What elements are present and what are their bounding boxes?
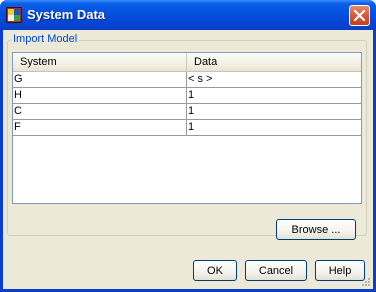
title-bar[interactable]: System Data [0,0,376,30]
table-row[interactable]: G < s > [13,72,361,88]
data-cell[interactable]: 1 [187,120,361,135]
app-icon[interactable] [6,7,22,23]
table-row[interactable]: C 1 [13,104,361,120]
browse-button[interactable]: Browse ... [276,219,356,240]
system-cell[interactable]: C [13,104,187,119]
dialog-body: Import Model System Data G < s > H 1 C 1… [3,30,373,289]
system-cell[interactable]: G [13,72,187,87]
help-button[interactable]: Help [315,260,365,281]
cancel-button[interactable]: Cancel [245,260,307,281]
table-row[interactable]: F 1 [13,120,361,136]
system-cell[interactable]: F [13,120,187,135]
column-header-data[interactable]: Data [187,53,361,71]
data-cell[interactable]: 1 [187,88,361,103]
close-icon [353,9,366,22]
table-header: System Data [13,53,361,72]
resize-grip-icon[interactable] [360,276,371,287]
system-cell[interactable]: H [13,88,187,103]
column-header-system[interactable]: System [13,53,187,71]
group-label: Import Model [11,33,80,46]
window-title: System Data [27,7,106,22]
close-button[interactable] [349,5,370,26]
data-cell[interactable]: 1 [187,104,361,119]
ok-button[interactable]: OK [193,260,237,281]
dialog-window: System Data Import Model System Data G <… [0,0,376,292]
data-cell[interactable]: < s > [187,72,361,87]
system-data-table[interactable]: System Data G < s > H 1 C 1 F 1 [12,52,362,204]
table-row[interactable]: H 1 [13,88,361,104]
